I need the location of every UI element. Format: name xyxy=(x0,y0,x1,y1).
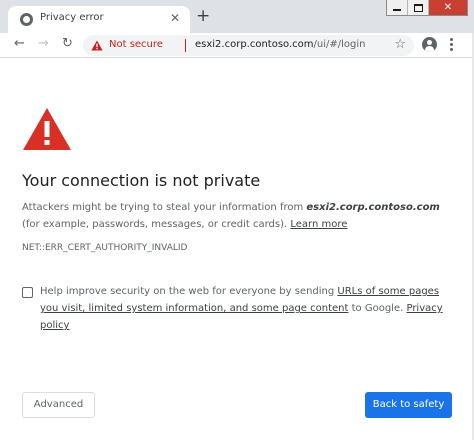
close-icon: ✕ xyxy=(443,1,453,13)
error-code[interactable]: NET::ERR_CERT_AUTHORITY_INVALID xyxy=(22,243,187,253)
advanced-button[interactable]: Advanced xyxy=(22,392,95,418)
url-path: /ui/#/login xyxy=(313,39,366,50)
optin-before: Help improve security on the web for eve… xyxy=(40,286,338,297)
page-title: Your connection is not private xyxy=(22,171,261,190)
window-controls: ✕ xyxy=(386,0,468,16)
url-host: esxi2.corp.contoso.com xyxy=(195,39,314,50)
optin-middle: to Google. xyxy=(348,303,407,314)
close-window-button[interactable]: ✕ xyxy=(429,0,467,15)
back-button[interactable]: ← xyxy=(14,36,25,52)
desc-before: Attackers might be trying to steal your … xyxy=(22,202,307,213)
desc-after: (for example, passwords, messages, or cr… xyxy=(22,219,291,230)
warning-triangle-icon[interactable] xyxy=(91,40,103,51)
tab-privacy-error[interactable]: Privacy error ✕ xyxy=(8,6,190,33)
optin-checkbox[interactable] xyxy=(22,287,33,298)
warning-description: Attackers might be trying to steal your … xyxy=(22,199,454,233)
warning-triangle-icon xyxy=(23,108,71,150)
address-bar[interactable]: Not secure esxi2.corp.contoso.com/ui/#/l… xyxy=(83,35,414,56)
browser-toolbar: ← → ↻ Not secure esxi2.corp.contoso.com/… xyxy=(0,33,474,58)
forward-button[interactable]: → xyxy=(38,36,49,52)
tab-strip: Privacy error ✕ + ✕ xyxy=(0,0,474,33)
optin-text: Help improve security on the web for eve… xyxy=(40,283,460,334)
url-text[interactable]: esxi2.corp.contoso.com/ui/#/login xyxy=(195,39,366,50)
tab-close-icon[interactable]: ✕ xyxy=(170,11,180,25)
minimize-button[interactable] xyxy=(387,0,408,15)
bookmark-star-icon[interactable]: ☆ xyxy=(394,37,406,53)
not-secure-label[interactable]: Not secure xyxy=(109,39,163,50)
kebab-menu-icon[interactable] xyxy=(450,38,453,53)
interstitial-page: Your connection is not private Attackers… xyxy=(0,59,474,440)
maximize-icon xyxy=(413,3,423,12)
omnibox-separator xyxy=(185,39,186,52)
new-tab-button[interactable]: + xyxy=(196,8,210,25)
tab-title: Privacy error xyxy=(40,12,104,23)
desc-host: esxi2.corp.contoso.com xyxy=(306,202,440,213)
minimize-icon xyxy=(393,9,401,11)
learn-more-link[interactable]: Learn more xyxy=(290,219,347,230)
reload-button[interactable]: ↻ xyxy=(62,36,73,52)
account-circle-icon[interactable] xyxy=(422,37,437,52)
maximize-button[interactable] xyxy=(408,0,429,15)
back-to-safety-button[interactable]: Back to safety xyxy=(365,392,452,418)
globe-icon xyxy=(20,13,33,26)
